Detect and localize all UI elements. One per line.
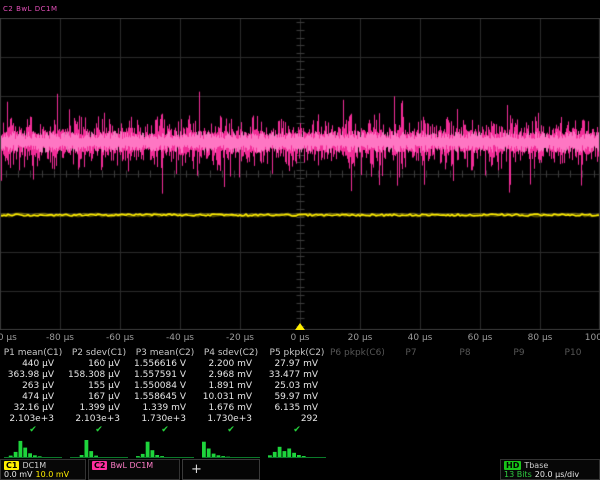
time-axis-label: -20 µs bbox=[226, 333, 254, 343]
measure-table-header: P1 mean(C1)P2 sdev(C1)P3 mean(C2)P4 sdev… bbox=[0, 348, 600, 359]
measure-value-cell: 33.477 mV bbox=[264, 370, 330, 381]
measure-value-cell: 263 µV bbox=[0, 381, 66, 392]
measure-header-cell[interactable]: P4 sdev(C2) bbox=[198, 348, 264, 359]
measure-value-cell: 1.339 mV bbox=[132, 403, 198, 414]
measure-table-row: 32.16 µV1.399 µV1.339 mV1.676 mV6.135 mV bbox=[0, 403, 600, 414]
measure-table-row: 440 µV160 µV1.556616 V2.200 mV27.97 mV bbox=[0, 359, 600, 370]
plus-icon: + bbox=[191, 462, 202, 477]
c2-coupling-label: BwL DC1M bbox=[110, 461, 153, 470]
measure-table-row: 474 µV167 µV1.558645 V10.031 mV59.97 mV bbox=[0, 392, 600, 403]
measure-table-row: 2.103e+32.103e+31.730e+31.730e+3292 bbox=[0, 414, 600, 425]
time-axis-label: 60 µs bbox=[468, 333, 493, 343]
measure-value-cell: 292 bbox=[264, 414, 330, 425]
measure-status-row: ✔✔✔✔✔ bbox=[0, 425, 600, 436]
tdiv-label: 20.0 µs/div bbox=[535, 470, 579, 479]
time-axis-label: -100 µs bbox=[0, 333, 17, 343]
c1-chip: C1 bbox=[4, 461, 19, 470]
time-axis-label: 100 µs bbox=[585, 333, 600, 343]
histicon-row bbox=[0, 437, 600, 458]
time-axis: -100 µs -80 µs -60 µs -40 µs -20 µs 0 µs 20 µs… bbox=[0, 332, 600, 346]
measure-value-cell: 160 µV bbox=[66, 359, 132, 370]
measure-value-cell: 1.399 µV bbox=[66, 403, 132, 414]
histicon[interactable] bbox=[198, 437, 264, 458]
c1-scale-label: 10.0 mV bbox=[36, 470, 70, 479]
measure-value-cell: 1.556616 V bbox=[132, 359, 198, 370]
measure-value-cell: 1.730e+3 bbox=[132, 414, 198, 425]
measure-value-cell: 10.031 mV bbox=[198, 392, 264, 403]
channel-descriptor-c2[interactable]: C2 BwL DC1M bbox=[88, 459, 180, 480]
bottom-bar: C1 DC1M 0.0 mV 10.0 mV C2 BwL DC1M + HD … bbox=[0, 459, 600, 480]
measure-value-cell: 474 µV bbox=[0, 392, 66, 403]
trigger-time-marker[interactable] bbox=[295, 323, 305, 330]
c1-offset-label: 0.0 mV bbox=[4, 470, 33, 479]
measure-value-cell: 59.97 mV bbox=[264, 392, 330, 403]
time-axis-label: -80 µs bbox=[46, 333, 74, 343]
time-axis-label: 80 µs bbox=[528, 333, 553, 343]
measure-header-cell[interactable]: P6 pkpk(C6) bbox=[330, 348, 384, 359]
histicon[interactable] bbox=[66, 437, 132, 458]
measure-value-cell: 27.97 mV bbox=[264, 359, 330, 370]
measure-value-cell: 1.730e+3 bbox=[198, 414, 264, 425]
time-axis-label: 40 µs bbox=[408, 333, 433, 343]
measure-value-cell: 158.308 µV bbox=[66, 370, 132, 381]
measure-value-cell: 1.676 mV bbox=[198, 403, 264, 414]
status-check-icon: ✔ bbox=[198, 425, 264, 436]
time-axis-label: -40 µs bbox=[166, 333, 194, 343]
measure-header-cell[interactable]: P8 bbox=[438, 348, 492, 359]
measure-value-cell: 25.03 mV bbox=[264, 381, 330, 392]
measure-value-cell: 2.968 mV bbox=[198, 370, 264, 381]
timebase-descriptor[interactable]: HD Tbase 13 Bits 20.0 µs/div bbox=[500, 459, 600, 480]
measure-value-cell: 440 µV bbox=[0, 359, 66, 370]
measure-value-cell: 6.135 mV bbox=[264, 403, 330, 414]
bottom-bar-spacer bbox=[262, 459, 498, 480]
measure-value-cell: 32.16 µV bbox=[0, 403, 66, 414]
histicon[interactable] bbox=[132, 437, 198, 458]
status-check-icon: ✔ bbox=[0, 425, 66, 436]
time-axis-label: -60 µs bbox=[106, 333, 134, 343]
histicon[interactable] bbox=[264, 437, 330, 458]
add-trace-box[interactable]: + bbox=[182, 459, 260, 480]
measure-value-cell: 2.103e+3 bbox=[66, 414, 132, 425]
status-check-icon: ✔ bbox=[132, 425, 198, 436]
measure-table: P1 mean(C1)P2 sdev(C1)P3 mean(C2)P4 sdev… bbox=[0, 348, 600, 436]
measure-value-cell: 1.891 mV bbox=[198, 381, 264, 392]
measure-value-cell: 2.200 mV bbox=[198, 359, 264, 370]
measure-header-cell[interactable]: P7 bbox=[384, 348, 438, 359]
oscilloscope-screen: C2 BwL DC1M -100 µs -80 µs -60 µs -40 µs -20… bbox=[0, 0, 600, 480]
measure-value-cell: 155 µV bbox=[66, 381, 132, 392]
c2-chip: C2 bbox=[92, 461, 107, 470]
measure-header-cell[interactable]: P3 mean(C2) bbox=[132, 348, 198, 359]
c1-coupling-label: DC1M bbox=[22, 461, 46, 470]
measure-header-cell[interactable]: P9 bbox=[492, 348, 546, 359]
time-axis-label: 0 µs bbox=[290, 333, 309, 343]
measure-header-cell[interactable]: P2 sdev(C1) bbox=[66, 348, 132, 359]
measure-header-cell[interactable]: P10 bbox=[546, 348, 600, 359]
measure-value-cell: 363.98 µV bbox=[0, 370, 66, 381]
status-check-icon: ✔ bbox=[264, 425, 330, 436]
bits-label: 13 Bits bbox=[504, 470, 532, 479]
measure-value-cell: 2.103e+3 bbox=[0, 414, 66, 425]
trace-annotation: C2 BwL DC1M bbox=[3, 5, 58, 13]
measure-header-cell[interactable]: P1 mean(C1) bbox=[0, 348, 66, 359]
measure-value-cell: 1.558645 V bbox=[132, 392, 198, 403]
channel-descriptor-c1[interactable]: C1 DC1M 0.0 mV 10.0 mV bbox=[0, 459, 86, 480]
tbase-label: Tbase bbox=[524, 461, 548, 470]
hd-badge: HD bbox=[504, 461, 521, 470]
measure-value-cell: 1.557591 V bbox=[132, 370, 198, 381]
waveform-display[interactable] bbox=[0, 18, 600, 330]
measure-value-cell: 167 µV bbox=[66, 392, 132, 403]
measure-table-row: 263 µV155 µV1.550084 V1.891 mV25.03 mV bbox=[0, 381, 600, 392]
status-check-icon: ✔ bbox=[66, 425, 132, 436]
measure-table-row: 363.98 µV158.308 µV1.557591 V2.968 mV33.… bbox=[0, 370, 600, 381]
measure-header-cell[interactable]: P5 pkpk(C2) bbox=[264, 348, 330, 359]
histicon[interactable] bbox=[0, 437, 66, 458]
time-axis-label: 20 µs bbox=[348, 333, 373, 343]
measure-value-cell: 1.550084 V bbox=[132, 381, 198, 392]
